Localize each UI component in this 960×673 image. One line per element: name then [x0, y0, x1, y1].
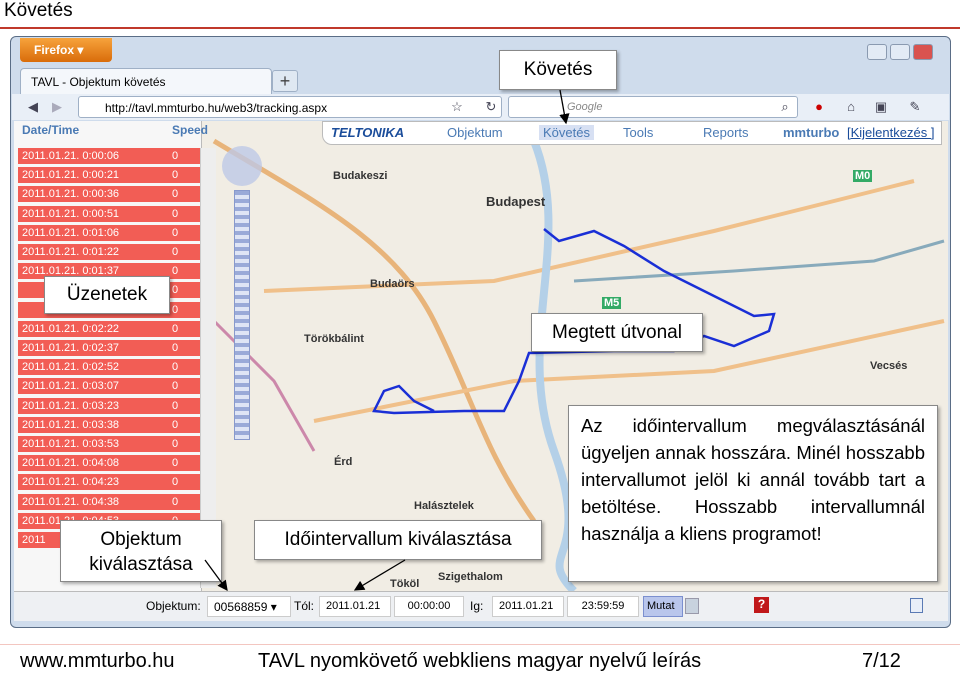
divider [0, 644, 960, 645]
page-number: 7/12 [862, 650, 901, 672]
callout-arrows [204, 89, 570, 592]
footer-title: TAVL nyomkövető webkliens magyar nyelvű … [258, 650, 702, 672]
footer-website: www.mmturbo.hu [20, 650, 175, 672]
